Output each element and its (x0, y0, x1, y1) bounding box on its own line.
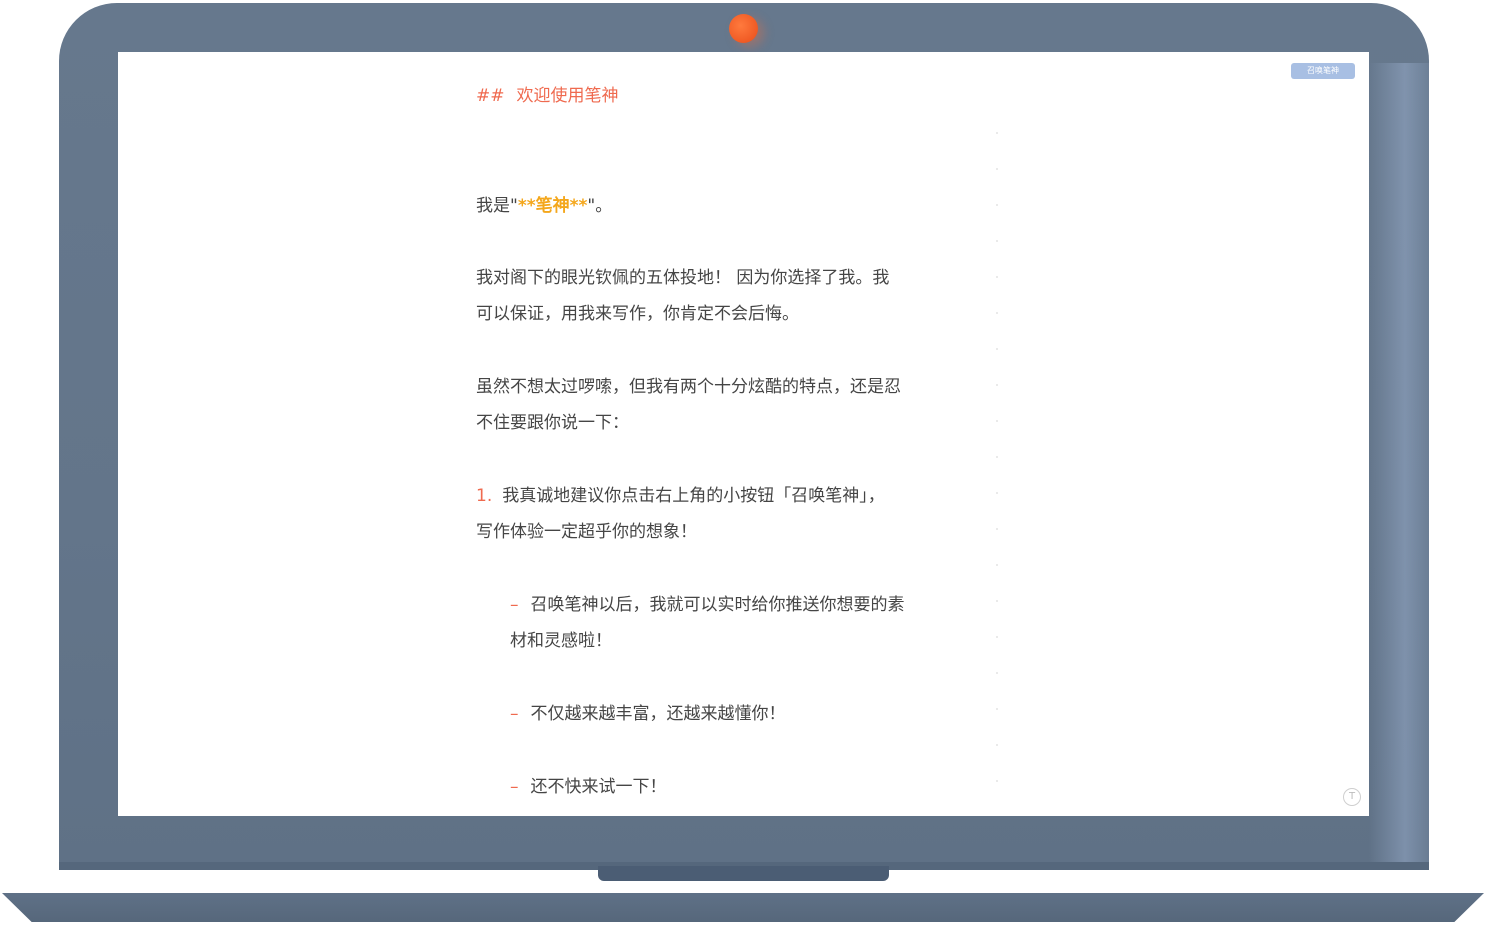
text-cursor-icon[interactable]: T (1343, 788, 1361, 806)
intro-prefix: 我是" (476, 196, 518, 216)
laptop-base (2, 893, 1484, 922)
bullet-dash: – (510, 704, 519, 724)
bullet-text: 不仅越来越丰富，还越来越懂你！ (530, 704, 786, 724)
list-item-1-continued: 写作体验一定超乎你的想象！ (476, 522, 697, 542)
webcam-dot (729, 14, 758, 43)
bullet-item: – 不仅越来越丰富，还越来越懂你！ (510, 702, 786, 726)
summon-bishen-button[interactable]: 召唤笔神 (1291, 63, 1355, 79)
heading-marker: ## (476, 86, 505, 106)
para2-line2: 不住要跟你说一下： (476, 413, 629, 433)
intro-line: 我是"**笔神**"。 (476, 194, 612, 218)
doc-heading: ## 欢迎使用笔神 (476, 84, 619, 108)
hinge-notch (598, 866, 889, 881)
bullet-item: – 还不快来试一下！ (510, 775, 667, 799)
editor-guide-dots (996, 132, 998, 792)
bullet-item: – 召唤笔神以后，我就可以实时给你推送你想要的素 (510, 593, 905, 617)
bullet-text: 召唤笔神以后，我就可以实时给你推送你想要的素 (530, 595, 905, 615)
bullet-dash: – (510, 595, 519, 615)
para2-line1: 虽然不想太过啰嗦，但我有两个十分炫酷的特点，还是忍 (476, 377, 901, 397)
para1-line2: 可以保证，用我来写作，你肯定不会后悔。 (476, 304, 799, 324)
bold-product-name: **笔神** (517, 196, 588, 216)
bullet-item-continued: 材和灵感啦！ (510, 631, 612, 651)
editor-screen: 召唤笔神 ## 欢迎使用笔神 我是"**笔神**"。 我对阁下的眼光钦佩的五体投地… (118, 52, 1369, 816)
para1-line1: 我对阁下的眼光钦佩的五体投地！ 因为你选择了我。我 (476, 268, 890, 288)
list-item-1-text: 我真诚地建议你点击右上角的小按钮「召唤笔神」， (502, 486, 885, 506)
laptop-mockup: 召唤笔神 ## 欢迎使用笔神 我是"**笔神**"。 我对阁下的眼光钦佩的五体投地… (0, 0, 1486, 927)
heading-text: 欢迎使用笔神 (516, 86, 619, 106)
intro-suffix: "。 (587, 196, 613, 216)
bullet-text: 还不快来试一下！ (530, 777, 667, 797)
lid-edge-shading (1369, 63, 1429, 867)
list-number: 1. (476, 486, 493, 506)
bullet-dash: – (510, 777, 519, 797)
list-item-1: 1. 我真诚地建议你点击右上角的小按钮「召唤笔神」， (476, 484, 885, 508)
